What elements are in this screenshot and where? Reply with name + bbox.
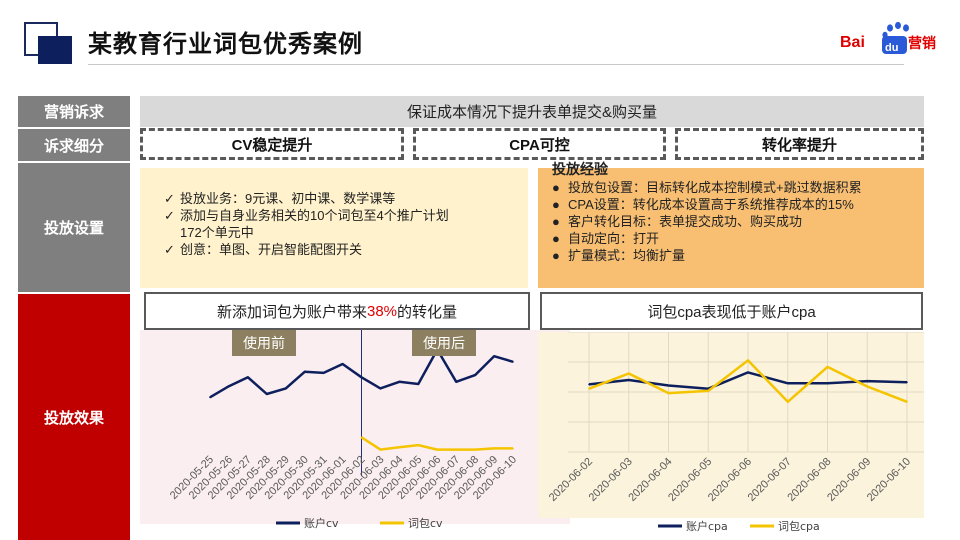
data-point xyxy=(455,448,457,451)
data-point xyxy=(398,446,401,449)
data-point xyxy=(786,382,789,385)
brand-marketing-text: 营销 xyxy=(908,35,936,52)
experience-item: ● 投放包设置：目标转化成本控制模式+跳过数据积累 xyxy=(552,180,862,195)
marketing-appeal-bar: 保证成本情况下提升表单提交&购买量 xyxy=(140,96,924,127)
data-point xyxy=(493,355,495,358)
data-point xyxy=(303,370,306,373)
conversion-percent: 38% xyxy=(366,302,398,320)
experience-item: ● 扩量模式：均衡扩量 xyxy=(552,248,686,263)
setup-item: ✓ 创意：单图、开启智能配图开关 xyxy=(164,242,363,257)
legend-label: 词包cv xyxy=(408,517,443,530)
setup-item-continued: 172个单元中 xyxy=(180,225,254,240)
setup-item: ✓ 投放业务：9元课、初中课、数学课等 xyxy=(164,191,396,206)
delivery-experience-panel: 投放经验 ● 投放包设置：目标转化成本控制模式+跳过数据积累 ● CPA设置：转化成… xyxy=(538,161,924,288)
data-point xyxy=(379,387,382,390)
data-point xyxy=(588,383,590,386)
delivery-setup-panel: ✓ 投放业务：9元课、初中课、数学课等 ✓ 添加与自身业务相关的10个词包至4个推广… xyxy=(140,168,528,288)
cv-chart-caption: 新添加词包为账户带来 38% 的转化量 xyxy=(144,292,530,330)
experience-item: ● 客户转化目标：表单提交成功、购买成功 xyxy=(552,214,803,229)
appeal-cv-stable: CV稳定提升 xyxy=(140,128,404,160)
data-point xyxy=(866,385,869,388)
title-divider xyxy=(88,64,904,65)
data-point xyxy=(247,376,249,379)
data-point xyxy=(360,376,363,379)
data-point xyxy=(786,401,789,403)
data-point xyxy=(322,372,325,374)
experience-item: ● 自动定向：打开 xyxy=(552,231,660,246)
appeal-conversion-rate: 转化率提升 xyxy=(675,128,924,160)
data-point xyxy=(284,387,287,390)
data-point xyxy=(747,371,749,374)
data-point xyxy=(512,447,514,450)
data-point xyxy=(667,392,670,394)
data-point xyxy=(493,447,495,450)
legend-label: 账户cv xyxy=(304,516,339,530)
data-point xyxy=(417,444,420,446)
data-point xyxy=(627,379,630,381)
data-point xyxy=(455,380,457,383)
data-point xyxy=(906,381,908,383)
experience-title: 投放经验 xyxy=(552,161,608,177)
baidu-paw-icon xyxy=(882,21,909,39)
cpa-chart-caption: 词包cpa表现低于账户cpa xyxy=(540,292,923,330)
data-point xyxy=(866,380,869,382)
setup-item: ✓ 添加与自身业务相关的10个词包至4个推广计划 xyxy=(164,208,449,223)
data-point xyxy=(379,448,382,451)
data-point xyxy=(707,390,710,392)
data-point xyxy=(474,448,476,451)
label-delivery-effect: 投放效果 xyxy=(18,294,130,540)
page-title: 某教育行业词包优秀案例 xyxy=(88,31,363,58)
data-point xyxy=(474,374,476,376)
brand-du-text: du xyxy=(885,42,898,54)
data-point xyxy=(228,385,230,388)
data-point xyxy=(826,382,829,385)
data-point xyxy=(906,401,908,403)
label-marketing-appeal: 营销诉求 xyxy=(18,96,130,127)
brand-bai-text: Bai xyxy=(840,34,865,51)
series-line xyxy=(360,436,513,451)
data-point xyxy=(360,436,363,439)
cpa-line-chart: 2020-06-022020-06-032020-06-042020-06-05… xyxy=(547,332,924,533)
data-point xyxy=(588,387,590,390)
data-point xyxy=(209,396,211,399)
label-appeal-detail: 诉求细分 xyxy=(18,129,130,161)
label-delivery-setup: 投放设置 xyxy=(18,163,130,292)
data-point xyxy=(266,393,268,395)
data-point xyxy=(667,384,670,387)
data-point xyxy=(341,363,344,365)
data-point xyxy=(826,366,829,368)
data-point xyxy=(512,360,514,363)
experience-item: ● CPA设置：转化成本设置高于系统推荐成本的15% xyxy=(552,197,854,212)
data-point xyxy=(417,383,420,385)
legend-label: 词包cpa xyxy=(778,520,820,533)
after-tag: 使用后 xyxy=(412,330,476,356)
before-tag: 使用前 xyxy=(232,330,296,356)
appeal-cpa-control: CPA可控 xyxy=(413,128,666,160)
baidu-marketing-logo: Bai du 营销 xyxy=(840,21,936,54)
cv-line-chart: 2020-05-252020-05-262020-05-272020-05-28… xyxy=(168,330,519,530)
legend-label: 账户cpa xyxy=(686,519,728,533)
data-point xyxy=(398,380,401,383)
data-point xyxy=(747,359,749,362)
title-square-decoration xyxy=(38,36,72,64)
data-point xyxy=(627,372,630,375)
data-point xyxy=(436,448,439,451)
